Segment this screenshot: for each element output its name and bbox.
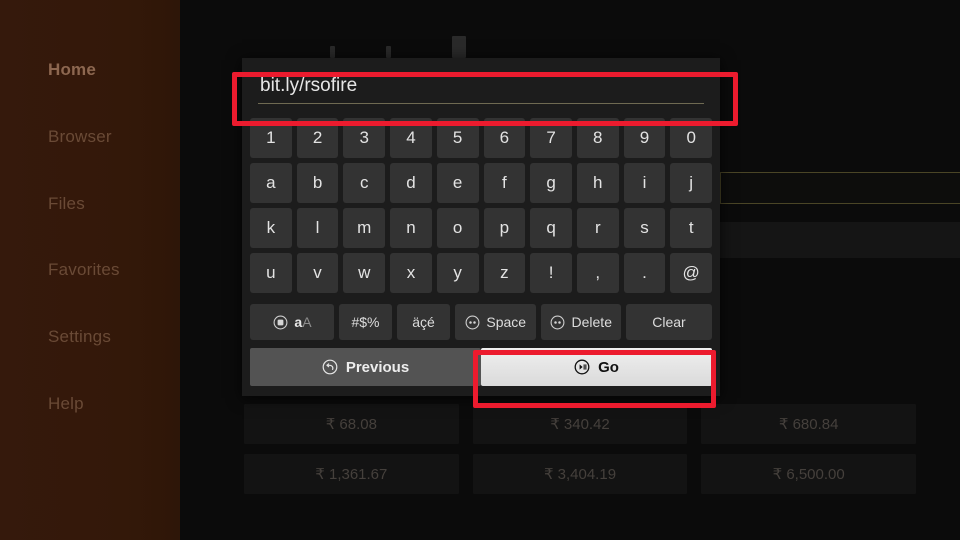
key-delete-label: Delete [571, 314, 612, 330]
remote-playpause-button-icon [464, 314, 480, 330]
remote-select-button-icon [272, 314, 288, 330]
key-accents[interactable]: äçé [397, 304, 450, 340]
background-tab-nub [452, 36, 466, 58]
key-b[interactable]: b [296, 163, 339, 203]
key-q[interactable]: q [530, 208, 572, 248]
key-toggle-case[interactable]: aA [250, 304, 334, 340]
previous-button[interactable]: Previous [250, 348, 481, 386]
keyboard-row-a-j: a b c d e f g h i j [250, 163, 713, 203]
donation-amount-button[interactable]: ₹ 680.84 [701, 404, 916, 444]
key-u[interactable]: u [250, 253, 292, 293]
key-i[interactable]: i [623, 163, 666, 203]
key-o[interactable]: o [436, 208, 479, 248]
sidebar-item-label: Files [48, 194, 85, 213]
keyboard-row-u-at: u v w x y z ! , . @ [250, 253, 713, 293]
sidebar-item-label: Browser [48, 127, 112, 146]
key-8[interactable]: 8 [576, 118, 619, 158]
key-3[interactable]: 3 [343, 118, 386, 158]
key-comma[interactable]: , [576, 253, 619, 293]
key-2[interactable]: 2 [296, 118, 339, 158]
keyboard-row-digits: 1 2 3 4 5 6 7 8 9 0 [250, 118, 713, 158]
key-m[interactable]: m [343, 208, 386, 248]
key-6[interactable]: 6 [483, 118, 526, 158]
key-a[interactable]: a [250, 163, 292, 203]
key-clear[interactable]: Clear [626, 304, 712, 340]
go-button[interactable]: Go [481, 348, 712, 386]
key-p[interactable]: p [483, 208, 526, 248]
donation-amount-button[interactable]: ₹ 3,404.19 [472, 454, 688, 494]
remote-playpause-button-icon [550, 314, 566, 330]
key-n[interactable]: n [390, 208, 432, 248]
key-exclamation[interactable]: ! [530, 253, 572, 293]
key-y[interactable]: y [436, 253, 479, 293]
remote-playpause-button-icon [574, 359, 590, 375]
sidebar-item-home[interactable]: Home [48, 60, 96, 80]
sidebar: Home Browser Files Favorites Settings He… [0, 0, 180, 540]
key-r[interactable]: r [576, 208, 619, 248]
background-tab-nub [386, 46, 391, 58]
key-d[interactable]: d [390, 163, 432, 203]
key-h[interactable]: h [576, 163, 619, 203]
sidebar-item-files[interactable]: Files [48, 194, 85, 214]
sidebar-item-settings[interactable]: Settings [48, 327, 111, 347]
key-space[interactable]: Space [455, 304, 536, 340]
background-tab-nub [330, 46, 335, 58]
sidebar-item-label: Home [48, 60, 97, 79]
key-1[interactable]: 1 [250, 118, 292, 158]
key-delete[interactable]: Delete [540, 304, 621, 340]
key-period[interactable]: . [623, 253, 666, 293]
key-l[interactable]: l [296, 208, 339, 248]
donation-amount-button[interactable]: ₹ 68.08 [244, 404, 459, 444]
sidebar-item-label: Help [48, 394, 84, 413]
sidebar-item-label: Favorites [48, 260, 120, 279]
key-j[interactable]: j [670, 163, 713, 203]
keyboard-row-k-t: k l m n o p q r s t [250, 208, 713, 248]
key-e[interactable]: e [436, 163, 479, 203]
key-k[interactable]: k [250, 208, 292, 248]
keyboard-keys: 1 2 3 4 5 6 7 8 9 0 a b c d e f g h i j … [242, 116, 720, 304]
url-input[interactable] [258, 70, 704, 104]
donation-amount-button[interactable]: ₹ 340.42 [472, 404, 688, 444]
go-button-label: Go [598, 358, 619, 376]
key-c[interactable]: c [343, 163, 386, 203]
key-v[interactable]: v [296, 253, 339, 293]
key-0[interactable]: 0 [670, 118, 713, 158]
fire-tv-screen: Home Browser Files Favorites Settings He… [0, 0, 960, 540]
key-s[interactable]: s [623, 208, 666, 248]
key-w[interactable]: w [343, 253, 386, 293]
url-input-container [242, 58, 720, 116]
sidebar-item-browser[interactable]: Browser [48, 127, 112, 147]
keyboard-function-row: aA #$% äçé Space Delete Clear [242, 304, 720, 348]
remote-back-button-icon [322, 359, 338, 375]
key-case-secondary-label: A [302, 314, 312, 330]
key-7[interactable]: 7 [530, 118, 572, 158]
key-f[interactable]: f [483, 163, 526, 203]
background-url-field[interactable] [720, 172, 960, 204]
donation-amount-grid: ₹ 68.08 ₹ 340.42 ₹ 680.84 ₹ 1,361.67 ₹ 3… [244, 404, 916, 494]
donation-amount-button[interactable]: ₹ 6,500.00 [701, 454, 916, 494]
key-9[interactable]: 9 [623, 118, 666, 158]
sidebar-item-help[interactable]: Help [48, 394, 84, 414]
sidebar-item-label: Settings [48, 327, 112, 346]
keyboard-action-bar: Previous Go [242, 348, 720, 396]
key-g[interactable]: g [530, 163, 572, 203]
key-4[interactable]: 4 [390, 118, 432, 158]
key-space-label: Space [486, 314, 527, 330]
key-z[interactable]: z [483, 253, 526, 293]
key-at[interactable]: @ [670, 253, 713, 293]
key-5[interactable]: 5 [436, 118, 479, 158]
donation-amount-button[interactable]: ₹ 1,361.67 [244, 454, 459, 494]
onscreen-keyboard-dialog: 1 2 3 4 5 6 7 8 9 0 a b c d e f g h i [242, 58, 720, 396]
key-t[interactable]: t [670, 208, 713, 248]
sidebar-item-favorites[interactable]: Favorites [48, 260, 120, 280]
key-symbols[interactable]: #$% [339, 304, 392, 340]
previous-button-label: Previous [345, 358, 410, 376]
key-x[interactable]: x [390, 253, 432, 293]
background-panel-band [720, 222, 960, 258]
